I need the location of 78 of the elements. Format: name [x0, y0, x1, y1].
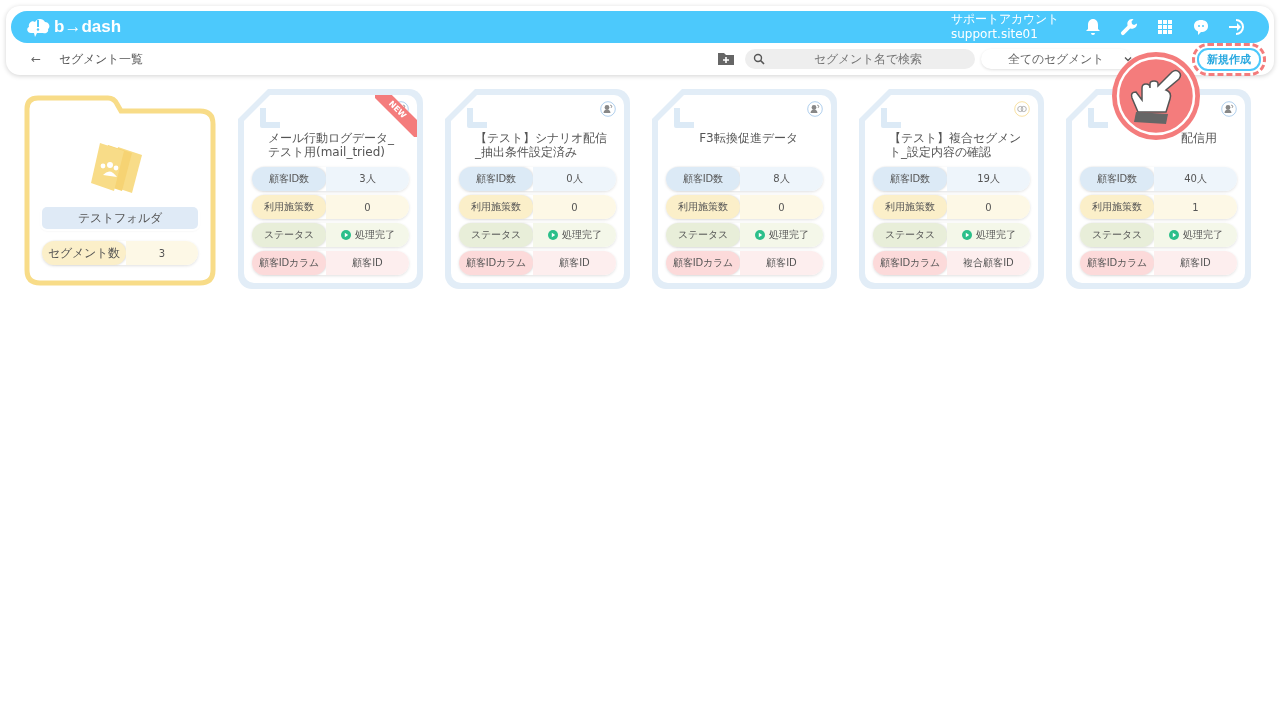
- row-value: 3人: [326, 167, 409, 191]
- segment-card[interactable]: 【テスト】シナリオ配信_抽出条件設定済み 顧客ID数 0人 利用施策数 0 ステータス 処理完了 顧客IDカラム 顧客ID: [445, 89, 630, 289]
- row-value: 0: [533, 195, 616, 219]
- row-label: 利用施策数: [666, 195, 740, 219]
- row-label: セグメント数: [42, 241, 126, 265]
- row-label: 顧客IDカラム: [1080, 251, 1154, 275]
- row-label: 顧客IDカラム: [252, 251, 326, 275]
- play-icon: [1168, 230, 1179, 240]
- row-label: ステータス: [873, 223, 947, 247]
- row-value: 0: [947, 195, 1030, 219]
- row-value: 3: [126, 241, 198, 265]
- row-value: 顧客ID: [740, 251, 823, 275]
- row-value: 処理完了: [533, 223, 616, 247]
- row-label: 顧客IDカラム: [459, 251, 533, 275]
- search-icon: [753, 53, 765, 65]
- corner-mark: [879, 108, 901, 130]
- row-label: 利用施策数: [873, 195, 947, 219]
- logo-text: b→dash: [54, 17, 122, 37]
- play-icon: [547, 230, 558, 240]
- segment-card[interactable]: 配信用 顧客ID数 40人 利用施策数 1 ステータス 処理完了 顧客IDカラム 顧客ID: [1066, 89, 1251, 289]
- search-field[interactable]: セグメント名で検索: [745, 49, 975, 69]
- row-value: 処理完了: [1154, 223, 1237, 247]
- row-value: 複合顧客ID: [947, 251, 1030, 275]
- row-value: 顧客ID: [1154, 251, 1237, 275]
- back-arrow[interactable]: ←: [31, 52, 42, 66]
- row-label: 利用施策数: [252, 195, 326, 219]
- add-folder-icon[interactable]: [717, 51, 735, 67]
- row-value: 0人: [533, 167, 616, 191]
- apps-grid-icon[interactable]: [1155, 17, 1175, 37]
- play-icon: [961, 230, 972, 240]
- row-value: 処理完了: [326, 223, 409, 247]
- segment-title: 配信用: [1180, 131, 1218, 145]
- corner-mark: [672, 108, 694, 130]
- row-label: 顧客ID数: [252, 167, 326, 191]
- row-label: ステータス: [252, 223, 326, 247]
- row-label: 利用施策数: [459, 195, 533, 219]
- row-value: 顧客ID: [533, 251, 616, 275]
- row-label: ステータス: [459, 223, 533, 247]
- segment-card[interactable]: 【テスト】複合セグメント_設定内容の確認 顧客ID数 19人 利用施策数 0 ステータス 処理完了 顧客IDカラム 複合顧客ID: [859, 89, 1044, 289]
- segment-title: 【テスト】シナリオ配信_抽出条件設定済み: [475, 131, 608, 159]
- linked-rings-icon: [1014, 101, 1030, 117]
- row-label: 顧客ID数: [1080, 167, 1154, 191]
- row-value: 1: [1154, 195, 1237, 219]
- row-label: 顧客ID数: [873, 167, 947, 191]
- row-label: 利用施策数: [1080, 195, 1154, 219]
- row-value: 40人: [1154, 167, 1237, 191]
- row-label: 顧客ID数: [666, 167, 740, 191]
- corner-mark: [465, 108, 487, 130]
- row-label: 顧客IDカラム: [666, 251, 740, 275]
- folder-name: テストフォルダ: [42, 207, 198, 229]
- row-value: 顧客ID: [326, 251, 409, 275]
- row-value: 0: [326, 195, 409, 219]
- row-value: 処理完了: [740, 223, 823, 247]
- user-icon: [600, 101, 616, 117]
- segment-title: 【テスト】複合セグメント_設定内容の確認: [889, 131, 1022, 159]
- row-value: 19人: [947, 167, 1030, 191]
- play-icon: [754, 230, 765, 240]
- row-value: 処理完了: [947, 223, 1030, 247]
- user-icon: [807, 101, 823, 117]
- row-label: ステータス: [666, 223, 740, 247]
- chat-icon[interactable]: [1191, 17, 1211, 37]
- segment-filter-dropdown[interactable]: 全てのセグメント: [981, 49, 1131, 69]
- chevron-down-icon: [1123, 54, 1133, 64]
- row-value: 0: [740, 195, 823, 219]
- page-title: セグメント一覧: [59, 51, 144, 67]
- segment-card[interactable]: F3転換促進データ 顧客ID数 8人 利用施策数 0 ステータス 処理完了 顧客IDカラム 顧客ID: [652, 89, 837, 289]
- row-label: 顧客IDカラム: [873, 251, 947, 275]
- play-icon: [340, 230, 351, 240]
- segment-title: F3転換促進データ: [698, 131, 799, 145]
- row-label: ステータス: [1080, 223, 1154, 247]
- row-value: 8人: [740, 167, 823, 191]
- wrench-icon[interactable]: [1119, 17, 1139, 37]
- corner-mark: [258, 108, 280, 130]
- user-icon: [1221, 101, 1237, 117]
- login-icon[interactable]: [1227, 17, 1247, 37]
- corner-mark: [1086, 108, 1108, 130]
- row-label: 顧客ID数: [459, 167, 533, 191]
- folder-card[interactable]: テストフォルダ セグメント数 3: [24, 95, 216, 287]
